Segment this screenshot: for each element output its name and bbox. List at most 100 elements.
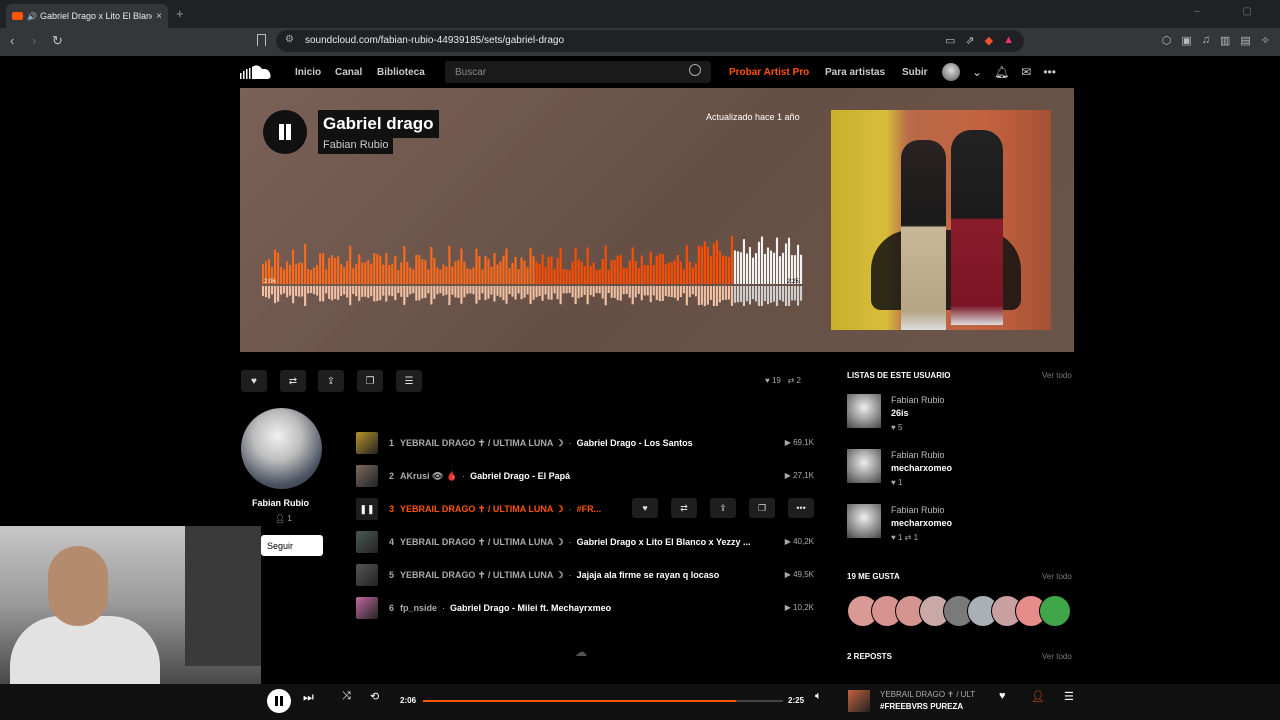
track-pause-icon[interactable]: ❚❚: [356, 498, 378, 520]
track-row[interactable]: 6 fp_nside · Gabriel Drago - Milei ft. Mech…: [356, 597, 818, 619]
sidebar-icon[interactable]: ▥: [1220, 34, 1230, 47]
uploader-name[interactable]: Fabian Rubio: [252, 498, 309, 508]
nav-library[interactable]: Biblioteca: [377, 67, 425, 78]
playlist-user[interactable]: Fabian Rubio: [891, 505, 945, 515]
player-pause-button[interactable]: [267, 689, 291, 713]
shuffle-icon[interactable]: ⤨: [342, 690, 351, 703]
see-all-reposts-link[interactable]: Ver todo: [1042, 652, 1072, 661]
now-playing-title[interactable]: #FREEBVRS PUREZA: [880, 702, 963, 711]
volume-icon[interactable]: 🔈︎: [815, 690, 822, 703]
add-to-queue-button[interactable]: ☰: [396, 370, 422, 392]
notifications-bell-icon[interactable]: 🔔︎: [994, 65, 1009, 79]
site-info-icon[interactable]: ⚙: [285, 34, 294, 45]
track-thumbnail[interactable]: [356, 597, 378, 619]
share-icon[interactable]: ⇗: [965, 34, 974, 47]
try-artist-pro-link[interactable]: Probar Artist Pro: [729, 67, 809, 78]
new-tab-button[interactable]: +: [176, 6, 184, 21]
track-artist[interactable]: YEBRAIL DRAGO ✝ / ULTIMA LUNA ☽: [400, 570, 564, 581]
track-title[interactable]: Gabriel Drago - Milei ft. Mechayrxmeo: [450, 603, 611, 613]
follow-button[interactable]: Seguir: [261, 535, 323, 556]
rewards-icon[interactable]: ▲: [1003, 34, 1014, 47]
uploader-avatar[interactable]: [241, 408, 322, 489]
window-controls[interactable]: – ▢: [1194, 6, 1272, 17]
share-button[interactable]: ⇪: [318, 370, 344, 392]
tab-search-icon[interactable]: ▣: [1181, 34, 1191, 47]
track-title[interactable]: Jajaja ala firme se rayan q locaso: [577, 570, 720, 580]
track-like-button[interactable]: ♥: [632, 498, 658, 518]
screen-cast-icon[interactable]: ▭: [945, 34, 955, 47]
track-copy-button[interactable]: ❐: [749, 498, 775, 518]
ai-icon[interactable]: ✧: [1261, 34, 1270, 47]
liker-avatar[interactable]: [1039, 595, 1071, 627]
bookmark-icon[interactable]: [257, 34, 266, 46]
music-icon[interactable]: ♫: [1202, 34, 1210, 47]
like-button[interactable]: ♥: [241, 370, 267, 392]
track-thumbnail[interactable]: [356, 432, 378, 454]
pause-button[interactable]: [263, 110, 307, 154]
track-title[interactable]: Gabriel Drago - El Papá: [470, 471, 570, 481]
track-artist[interactable]: YEBRAIL DRAGO ✝ / ULTIMA LUNA ☽: [400, 537, 564, 548]
repost-button[interactable]: ⇄: [280, 370, 306, 392]
reload-icon[interactable]: ↻: [52, 33, 63, 49]
copy-link-button[interactable]: ❐: [357, 370, 383, 392]
track-thumbnail[interactable]: [356, 465, 378, 487]
for-artists-link[interactable]: Para artistas: [825, 67, 885, 78]
search-input[interactable]: Buscar: [445, 61, 711, 83]
address-bar[interactable]: ⚙ soundcloud.com/fabian-rubio-44939185/s…: [276, 30, 1024, 52]
waveform[interactable]: 2:06 2:25: [262, 236, 803, 306]
playlist-user[interactable]: Fabian Rubio: [891, 395, 945, 405]
playlist-thumbnail[interactable]: [847, 449, 881, 483]
chevron-down-icon[interactable]: ⌄: [972, 65, 982, 79]
extension-icon[interactable]: ⬡: [1162, 34, 1172, 47]
player-like-icon[interactable]: ♥: [999, 690, 1006, 702]
see-all-likes-link[interactable]: Ver todo: [1042, 572, 1072, 581]
track-title[interactable]: #FR...: [577, 504, 602, 514]
track-title[interactable]: Gabriel Drago x Lito El Blanco x Yezzy .…: [577, 537, 751, 547]
tab-close-icon[interactable]: ×: [156, 11, 162, 22]
playlist-card[interactable]: Fabian Rubio mecharxomeo ♥ 1: [847, 449, 1067, 497]
track-row[interactable]: 5 YEBRAIL DRAGO ✝ / ULTIMA LUNA ☽ · Jajaja …: [356, 564, 818, 586]
nav-feed[interactable]: Canal: [335, 67, 362, 78]
track-row[interactable]: 4 YEBRAIL DRAGO ✝ / ULTIMA LUNA ☽ · Gabriel…: [356, 531, 818, 553]
track-repost-button[interactable]: ⇄: [671, 498, 697, 518]
track-artist[interactable]: AKrusi 👁 🩸: [400, 471, 457, 482]
track-title[interactable]: Gabriel Drago - Los Santos: [577, 438, 693, 448]
more-options-icon[interactable]: •••: [1043, 65, 1056, 79]
track-artist[interactable]: YEBRAIL DRAGO ✝ / ULTIMA LUNA ☽: [400, 504, 564, 515]
progress-bar[interactable]: [423, 700, 783, 702]
brave-shield-icon[interactable]: ◆: [985, 34, 993, 47]
playlist-card[interactable]: Fabian Rubio mecharxomeo ♥ 1 ⇄ 1: [847, 504, 1067, 552]
track-row[interactable]: ❚❚ 3 YEBRAIL DRAGO ✝ / ULTIMA LUNA ☽ · #FR..…: [356, 498, 818, 520]
track-thumbnail[interactable]: [356, 531, 378, 553]
playlist-name[interactable]: mecharxomeo: [891, 463, 952, 473]
playlist-thumbnail[interactable]: [847, 394, 881, 428]
follow-user-icon[interactable]: 👤︎: [1031, 690, 1045, 703]
messages-icon[interactable]: ✉: [1021, 65, 1031, 79]
now-playing-artist[interactable]: YEBRAIL DRAGO ✝ / ULT: [880, 690, 975, 699]
track-row[interactable]: 1 YEBRAIL DRAGO ✝ / ULTIMA LUNA ☽ · Gabriel…: [356, 432, 818, 454]
track-artist[interactable]: YEBRAIL DRAGO ✝ / ULTIMA LUNA ☽: [400, 438, 564, 449]
next-track-icon[interactable]: ⏭︎: [303, 690, 314, 705]
playlist-user[interactable]: Fabian Rubio: [891, 450, 945, 460]
see-all-playlists-link[interactable]: Ver todo: [1042, 371, 1072, 380]
wallet-icon[interactable]: ▤: [1240, 34, 1250, 47]
user-avatar[interactable]: [942, 63, 960, 81]
track-more-button[interactable]: •••: [788, 498, 814, 518]
soundcloud-logo-icon[interactable]: [240, 64, 274, 80]
url-text[interactable]: soundcloud.com/fabian-rubio-44939185/set…: [305, 35, 564, 46]
browser-tab[interactable]: 🔊 Gabriel Drago x Lito El Blanco ×: [6, 4, 168, 28]
track-thumbnail[interactable]: [356, 564, 378, 586]
playlist-thumbnail[interactable]: [847, 504, 881, 538]
back-icon[interactable]: ‹: [10, 33, 14, 48]
forward-icon[interactable]: ›: [32, 33, 36, 48]
repeat-icon[interactable]: ⟲: [370, 690, 379, 703]
playlist-name[interactable]: 26is: [891, 408, 909, 418]
queue-list-icon[interactable]: ☰: [1064, 690, 1074, 703]
track-artist[interactable]: fp_nside: [400, 603, 437, 613]
nav-home[interactable]: Inicio: [295, 67, 321, 78]
playlist-artist[interactable]: Fabian Rubio: [318, 136, 394, 154]
playlist-name[interactable]: mecharxomeo: [891, 518, 952, 528]
track-share-button[interactable]: ⇪: [710, 498, 736, 518]
upload-link[interactable]: Subir: [902, 67, 928, 78]
playlist-card[interactable]: Fabian Rubio 26is ♥ 5: [847, 394, 1067, 442]
